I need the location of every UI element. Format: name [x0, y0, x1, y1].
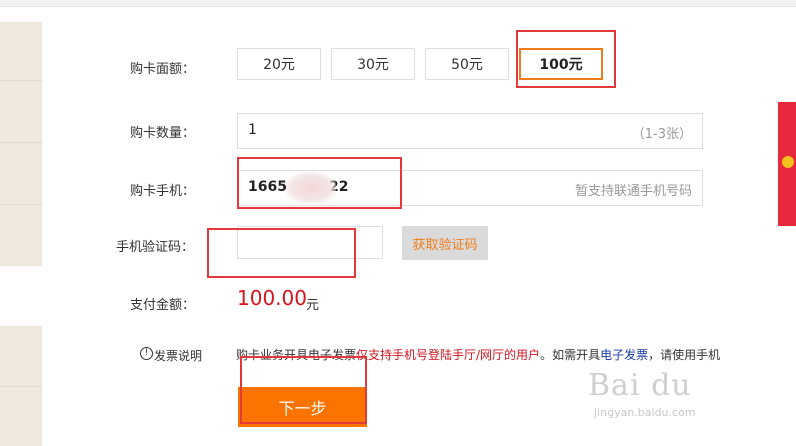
quantity-input[interactable]: 1 （1-3张）: [237, 113, 703, 149]
amount-label: 购卡面额：: [130, 62, 196, 77]
amount-option-20[interactable]: 20元: [237, 48, 321, 80]
quantity-value: 1: [248, 122, 257, 138]
phone-label: 购卡手机：: [130, 184, 196, 199]
invoice-link[interactable]: 电子发票: [600, 348, 648, 362]
top-bar: [0, 0, 796, 7]
get-code-button[interactable]: 获取验证码: [402, 226, 488, 260]
side-banner[interactable]: [778, 102, 796, 226]
invoice-label: 发票说明: [154, 349, 203, 363]
highlight-box-next: [240, 356, 367, 424]
highlight-box-phone: [237, 157, 402, 209]
pay-amount: 100.00: [237, 286, 307, 310]
coin-icon: [782, 156, 794, 168]
phone-hint: 暂支持联通手机号码: [574, 184, 692, 199]
highlight-box-amount: [516, 30, 616, 88]
pay-unit: 元: [306, 298, 320, 313]
watermark: Bai du jingyan.baidu.com: [588, 368, 696, 419]
invoice-text-red: 仅支持手机号登陆手厅/网厅的用户: [356, 348, 541, 362]
invoice-text-mid: 。如需开具: [540, 348, 601, 362]
info-icon: !: [140, 347, 153, 360]
amount-option-50[interactable]: 50元: [425, 48, 509, 80]
code-label: 手机验证码：: [116, 240, 195, 255]
left-sidebar: [0, 22, 42, 446]
watermark-brand: Bai du: [588, 368, 692, 403]
invoice-text-suffix: ，请使用手机: [648, 348, 721, 362]
pay-label: 支付金额：: [130, 298, 196, 313]
quantity-hint: （1-3张）: [631, 127, 692, 142]
amount-option-30[interactable]: 30元: [331, 48, 415, 80]
quantity-label: 购卡数量：: [130, 126, 196, 141]
watermark-url: jingyan.baidu.com: [594, 406, 696, 419]
highlight-box-code: [207, 228, 356, 278]
